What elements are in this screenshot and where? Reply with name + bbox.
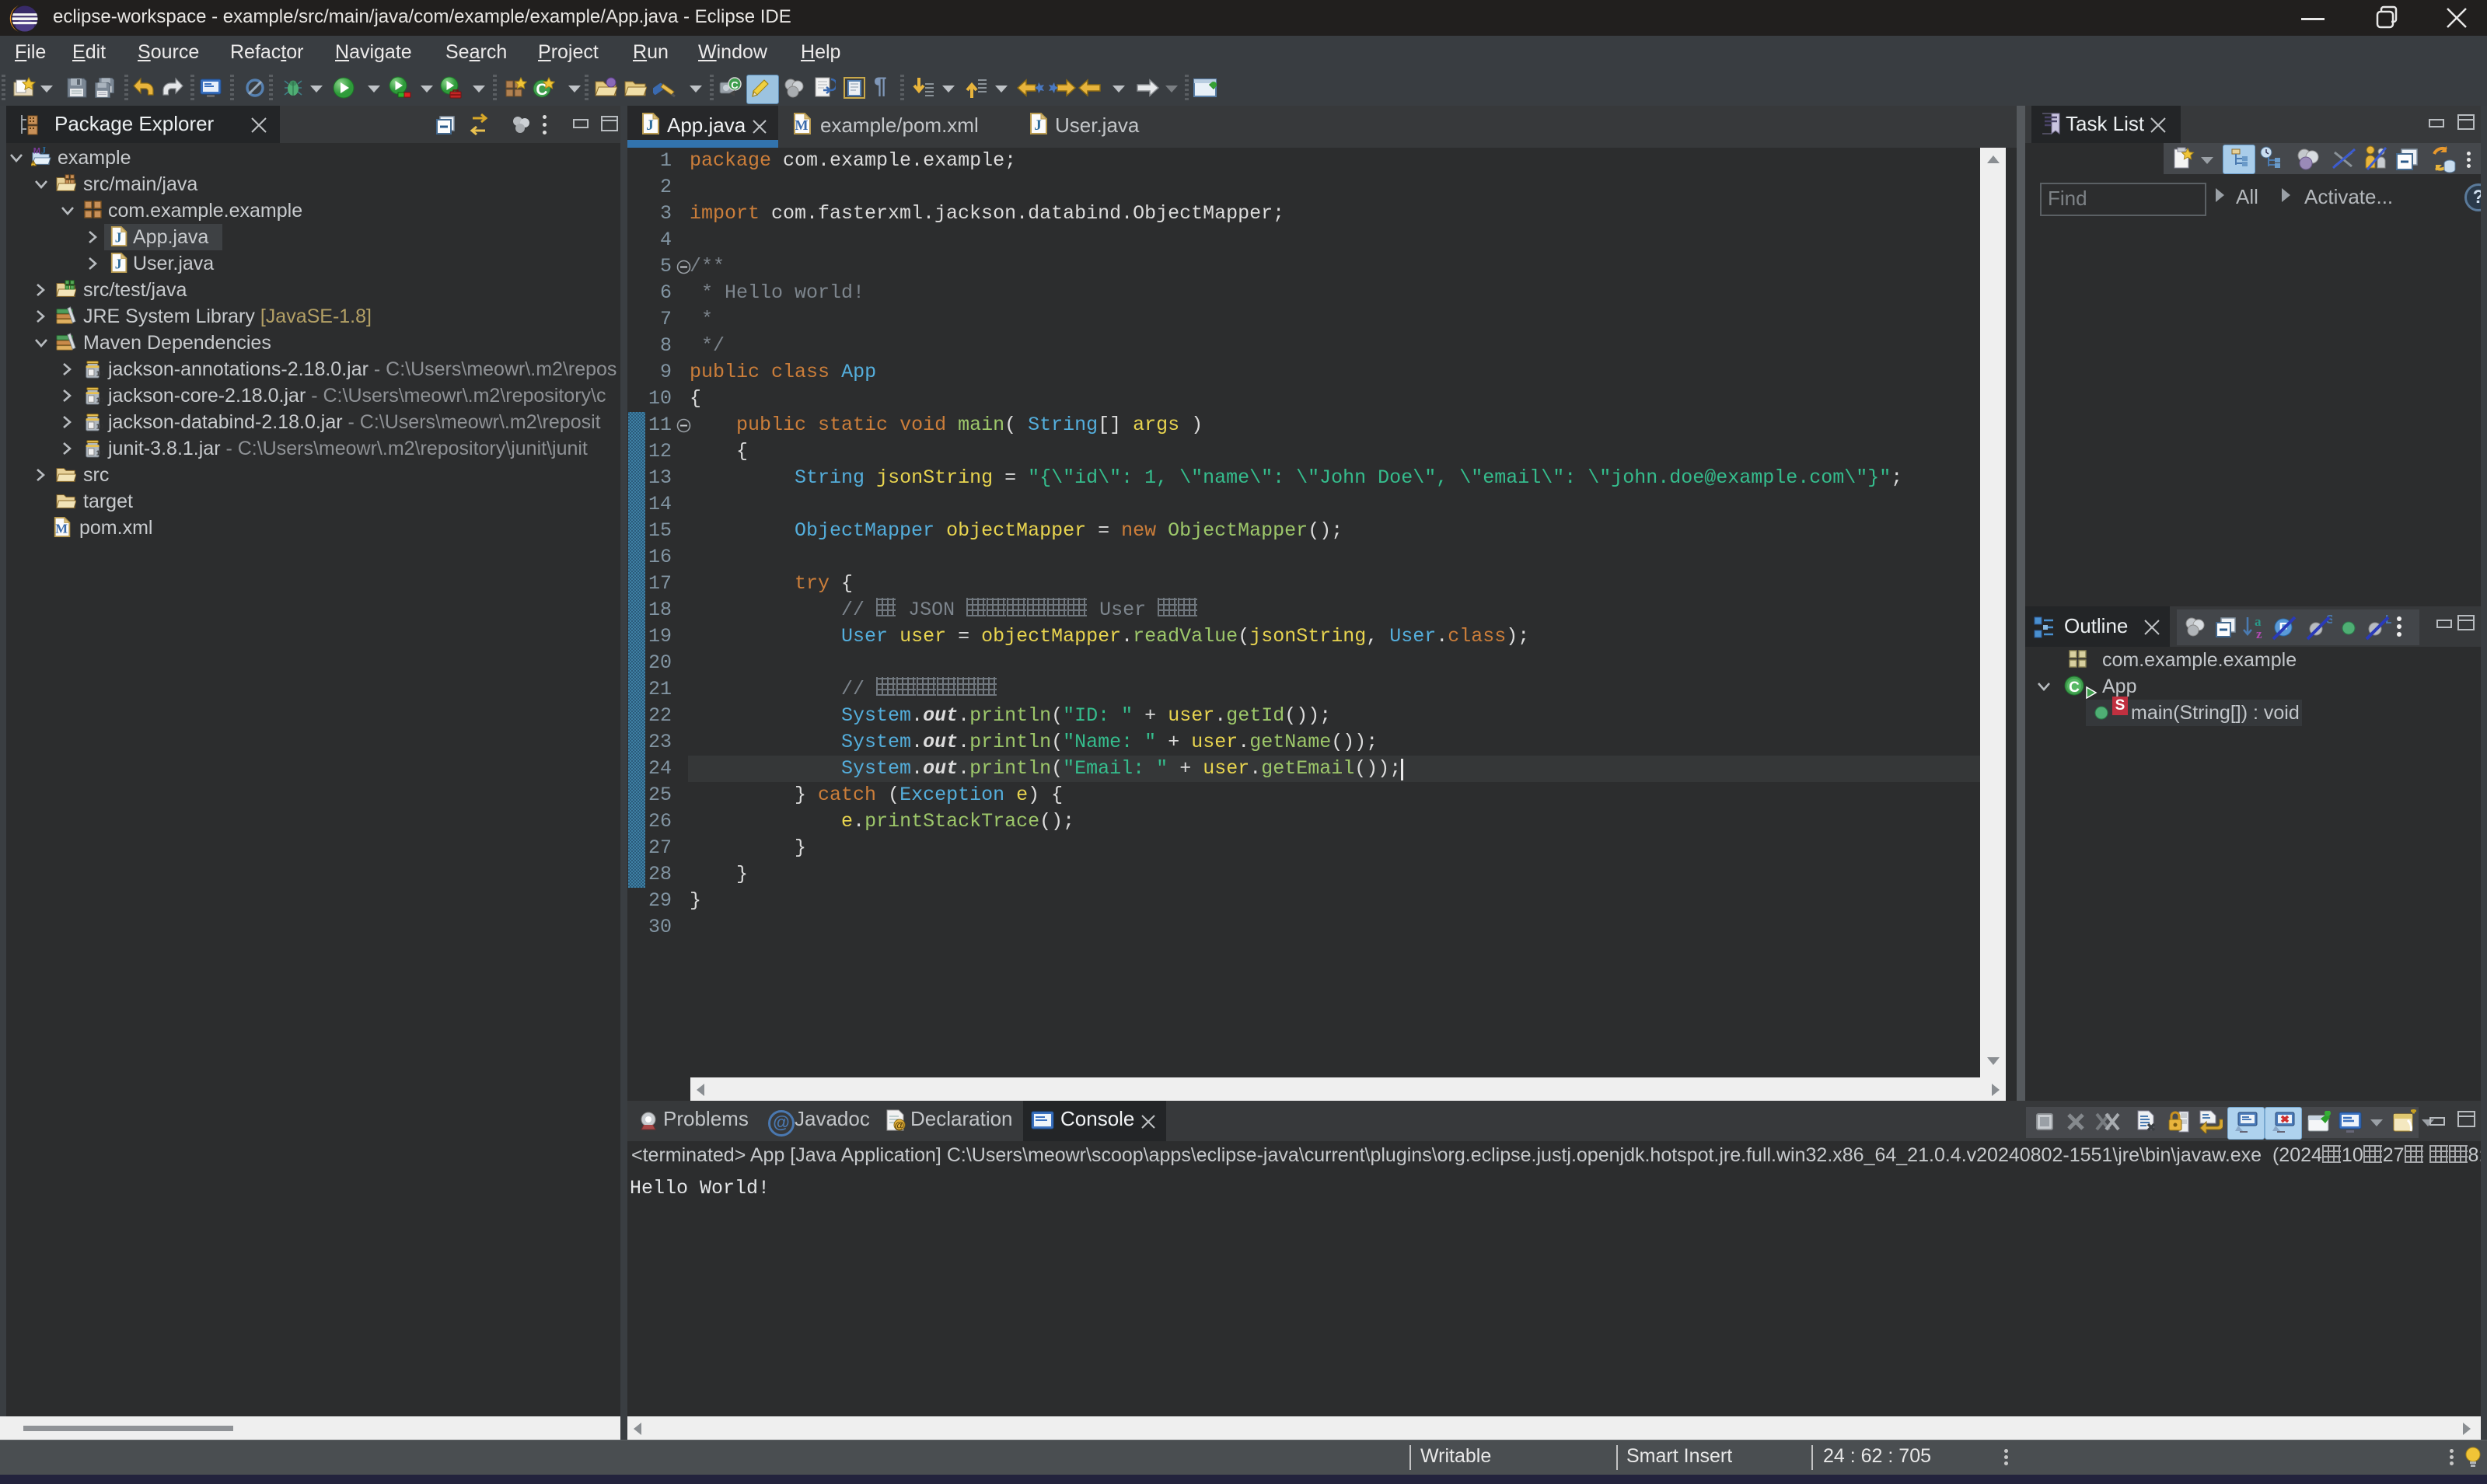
svg-text:z: z: [2256, 627, 2262, 641]
svg-text:C: C: [2069, 679, 2080, 696]
svg-text:@: @: [895, 1119, 905, 1131]
svg-text:C: C: [731, 79, 739, 91]
